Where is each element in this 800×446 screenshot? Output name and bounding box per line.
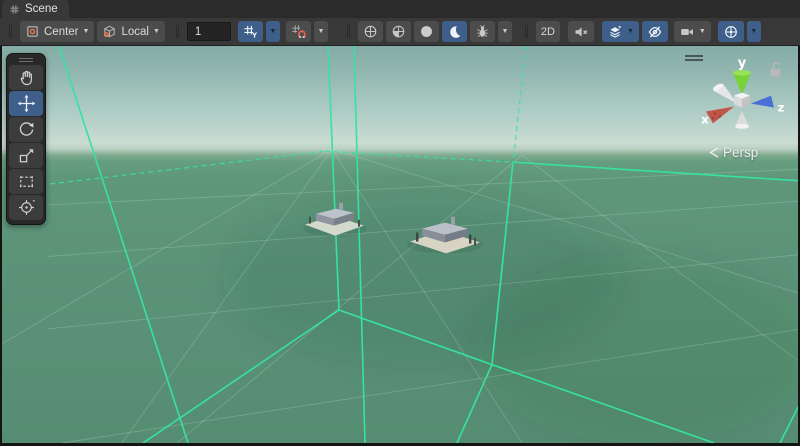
- chevron-down-icon: ▼: [699, 28, 706, 35]
- chevron-down-icon: ▼: [627, 28, 634, 35]
- snap-increment-input[interactable]: [187, 22, 231, 41]
- scale-tool-icon: [17, 146, 36, 165]
- audio-muted-icon: [573, 24, 589, 40]
- transform-tool-icon: [17, 198, 36, 217]
- increment-snap-button[interactable]: [286, 21, 311, 42]
- draw-mode-wireframe-button[interactable]: [358, 21, 383, 42]
- gizmos-dropdown[interactable]: ▼: [747, 21, 761, 42]
- projection-toggle[interactable]: Persp: [708, 145, 758, 160]
- chevron-down-icon: ▼: [501, 28, 508, 35]
- scene-canvas: y x z: [2, 46, 798, 443]
- scene-viewport[interactable]: y x z Persp: [2, 46, 798, 443]
- svg-text:Y: Y: [251, 31, 258, 39]
- tool-palette: [6, 53, 46, 225]
- gizmo-sphere-icon: [723, 24, 739, 40]
- move-tool-icon: [17, 94, 36, 113]
- rotate-tool-icon: [17, 120, 36, 139]
- chevron-down-icon: ▼: [83, 28, 90, 35]
- camera-settings-button[interactable]: ▼: [674, 21, 711, 42]
- gizmo-axis-x[interactable]: [706, 107, 734, 124]
- rect-tool-icon: [17, 172, 36, 191]
- axis-z-label: z: [778, 101, 785, 115]
- axis-y-label: y: [738, 56, 747, 71]
- tab-bar: Scene: [0, 0, 800, 18]
- move-tool-button[interactable]: [9, 91, 43, 116]
- pivot-mode-label: Center: [44, 26, 79, 38]
- palette-drag-handle[interactable]: [9, 56, 43, 64]
- rotate-tool-button[interactable]: [9, 117, 43, 142]
- pivot-mode-button[interactable]: Center ▼: [20, 21, 94, 42]
- chevron-down-icon: ▼: [750, 28, 757, 35]
- pivot-center-icon: [25, 24, 40, 39]
- gizmo-center-cube[interactable]: [734, 93, 750, 108]
- hand-tool-icon: [17, 68, 36, 87]
- gizmo-axis-z[interactable]: [751, 96, 774, 108]
- 2d-mode-toggle[interactable]: 2D: [536, 21, 560, 42]
- tab-scene[interactable]: Scene: [2, 0, 69, 18]
- increment-snap-dropdown[interactable]: ▼: [314, 21, 328, 42]
- audio-toggle[interactable]: [568, 21, 594, 42]
- rotation-mode-button[interactable]: Local ▼: [97, 21, 164, 42]
- hand-tool-button[interactable]: [9, 65, 43, 90]
- toolbar-separator: [525, 25, 528, 38]
- debug-bug-icon: [475, 24, 490, 39]
- chevron-down-icon: ▼: [153, 28, 160, 35]
- moon-icon: [447, 24, 462, 39]
- scene-toolbar: Center ▼ Local ▼ Y ▼: [0, 18, 800, 46]
- debug-draw-mode-button[interactable]: [470, 21, 495, 42]
- chevron-down-icon: ▼: [317, 28, 324, 35]
- grid-snap-dropdown[interactable]: ▼: [266, 21, 280, 42]
- scene-view-window: Scene Center ▼ Local ▼: [0, 0, 800, 446]
- rotation-mode-label: Local: [121, 26, 149, 38]
- toolbar-separator: [347, 25, 350, 38]
- draw-mode-shaded-button[interactable]: [414, 21, 439, 42]
- axis-x-label: x: [701, 112, 709, 126]
- effects-toggle[interactable]: ▼: [602, 21, 639, 42]
- rect-tool-button[interactable]: [9, 169, 43, 194]
- projection-label: Persp: [723, 145, 758, 160]
- camera-icon: [679, 24, 695, 40]
- scale-tool-button[interactable]: [9, 143, 43, 168]
- local-cube-icon: [102, 24, 117, 39]
- shaded-icon: [419, 24, 434, 39]
- draw-mode-shaded-wire-button[interactable]: [386, 21, 411, 42]
- effects-icon: [607, 24, 623, 40]
- snap-grid-y-icon: Y: [243, 24, 258, 39]
- gizmo-axis-y[interactable]: [733, 70, 751, 95]
- grid-snap-button[interactable]: Y: [238, 21, 263, 42]
- view-orientation-gizmo[interactable]: y x z: [701, 56, 784, 129]
- toolbar-separator: [176, 25, 179, 38]
- grid-icon: [9, 4, 20, 15]
- scene-lighting-toggle[interactable]: [442, 21, 467, 42]
- debug-draw-mode-dropdown[interactable]: ▼: [498, 21, 512, 42]
- snap-magnet-icon: [291, 24, 306, 39]
- chevron-down-icon: ▼: [269, 28, 276, 35]
- hidden-objects-eye-icon: [647, 24, 663, 40]
- wireframe-sphere-icon: [363, 24, 378, 39]
- tab-label: Scene: [25, 3, 58, 15]
- gizmos-toggle[interactable]: [718, 21, 744, 42]
- hidden-objects-toggle[interactable]: [642, 21, 668, 42]
- shaded-wireframe-icon: [391, 24, 406, 39]
- overlay-drag-handle[interactable]: [685, 55, 703, 61]
- transform-tool-button[interactable]: [9, 195, 43, 220]
- chevron-left-icon: [708, 146, 720, 159]
- lock-icon[interactable]: [771, 63, 781, 77]
- toolbar-separator: [9, 25, 12, 38]
- 2d-mode-label: 2D: [541, 26, 555, 38]
